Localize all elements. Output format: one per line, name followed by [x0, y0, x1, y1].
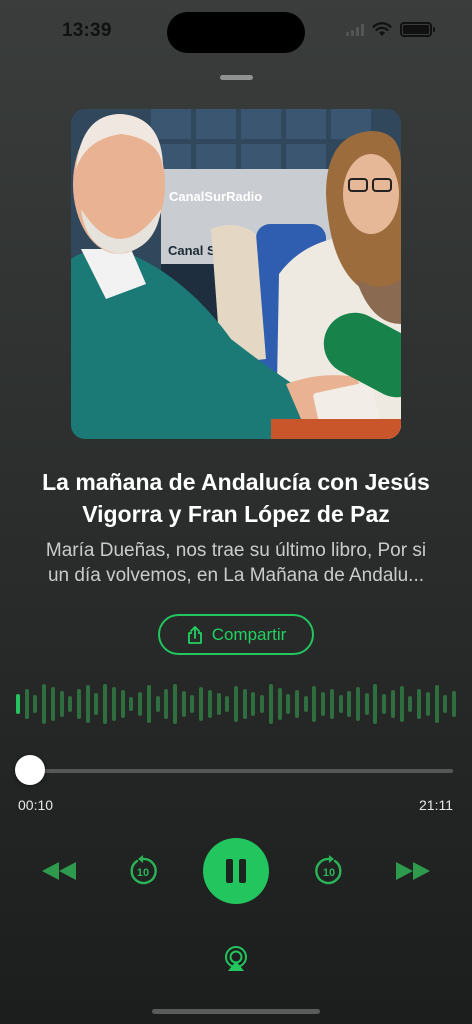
waveform-bar	[382, 694, 387, 714]
fast-forward-button[interactable]	[392, 856, 434, 886]
progress-track[interactable]	[15, 755, 453, 785]
waveform-bar	[390, 690, 395, 718]
skip-back-10-icon: 10	[130, 855, 157, 885]
status-bar: 13:39	[0, 0, 472, 60]
waveform-bar	[207, 690, 212, 718]
waveform-bar	[33, 695, 38, 713]
waveform-bar	[242, 689, 247, 719]
waveform-bar	[190, 695, 195, 713]
skip-forward-button[interactable]: 10	[312, 854, 346, 888]
waveform-bar	[251, 692, 256, 716]
skip-back-seconds: 10	[137, 867, 149, 879]
waveform-bar	[129, 697, 134, 711]
rewind-button[interactable]	[38, 856, 80, 886]
skip-back-button[interactable]: 10	[126, 854, 160, 888]
waveform-bar	[111, 687, 116, 721]
waveform-bar	[295, 690, 299, 718]
waveform-bar	[303, 696, 308, 712]
sheet-grabber[interactable]	[220, 75, 253, 80]
episode-title-line: La mañana de Andalucía con Jesús	[42, 469, 430, 495]
airplay-icon	[225, 946, 247, 971]
waveform-bar	[138, 692, 143, 716]
waveform-bar	[225, 696, 230, 712]
waveform-bar	[364, 693, 369, 715]
share-label: Compartir	[211, 624, 287, 644]
waveform-bar	[312, 686, 317, 722]
episode-artwork: CanalSurRadio Canal Sur	[71, 109, 401, 439]
waveform-bar	[94, 693, 99, 715]
waveform-bar	[338, 695, 343, 713]
waveform-bar	[260, 695, 265, 713]
waveform-bar	[321, 692, 326, 716]
battery-icon	[400, 22, 435, 37]
waveform-bar	[399, 686, 404, 722]
waveform-bar	[408, 696, 413, 712]
waveform-bar	[16, 694, 20, 714]
waveform-bar	[42, 684, 47, 724]
artwork-text-radio: CanalSurRadio	[169, 189, 262, 204]
episode-title-line: Vigorra y Fran López de Paz	[82, 501, 390, 527]
waveform-bar	[443, 695, 448, 713]
share-button[interactable]: Compartir	[158, 614, 314, 655]
waveform-bar	[59, 691, 64, 717]
airplay-button[interactable]	[222, 945, 250, 973]
waveform-bar	[233, 686, 238, 722]
wifi-icon	[372, 22, 392, 36]
waveform-bar	[434, 685, 439, 723]
waveform-bar	[164, 689, 169, 719]
fast-forward-icon	[396, 862, 430, 880]
waveform-bar	[68, 696, 73, 712]
waveform-bar	[120, 690, 125, 718]
audio-waveform[interactable]	[16, 680, 456, 728]
status-icons	[346, 22, 435, 37]
waveform-bar	[216, 693, 221, 715]
share-icon	[187, 625, 202, 644]
waveform-bar	[24, 689, 29, 719]
waveform-bar	[77, 689, 82, 719]
skip-forward-10-icon: 10	[315, 855, 342, 885]
waveform-bar	[277, 688, 282, 720]
waveform-bar	[268, 684, 273, 724]
waveform-bar	[329, 689, 334, 719]
status-time: 13:39	[62, 20, 112, 41]
waveform-bar	[417, 689, 422, 719]
waveform-bar	[199, 687, 204, 721]
waveform-bar	[103, 684, 108, 724]
progress-knob[interactable]	[15, 755, 46, 785]
waveform-bar	[356, 687, 361, 721]
waveform-bar	[373, 684, 378, 724]
rewind-icon	[42, 862, 76, 880]
elapsed-time: 00:10	[18, 797, 54, 813]
skip-forward-seconds: 10	[323, 867, 335, 879]
waveform-bar	[50, 687, 55, 721]
playback-controls: 10 10	[0, 838, 472, 904]
waveform-bar	[347, 691, 352, 717]
home-indicator	[152, 1009, 320, 1014]
waveform-bar	[155, 696, 160, 712]
waveform-bar	[172, 684, 177, 724]
cellular-signal-icon	[346, 23, 364, 36]
dynamic-island	[167, 12, 305, 53]
waveform-bar	[146, 685, 151, 723]
waveform-bar	[85, 685, 90, 723]
waveform-bar	[286, 694, 291, 714]
waveform-bar	[425, 692, 430, 716]
total-time: 21:11	[419, 797, 453, 813]
episode-description[interactable]: María Dueñas, nos trae su último libro, …	[20, 538, 452, 588]
episode-description-line: un día volvemos, en La Mañana de Andalu.…	[47, 565, 425, 586]
pause-button[interactable]	[203, 838, 269, 904]
pause-icon	[226, 859, 246, 883]
waveform-bar	[451, 691, 456, 717]
waveform-bar	[181, 691, 186, 717]
episode-description-line: María Dueñas, nos trae su último libro, …	[45, 540, 427, 561]
episode-title: La mañana de Andalucía con Jesús Vigorra…	[16, 466, 456, 530]
